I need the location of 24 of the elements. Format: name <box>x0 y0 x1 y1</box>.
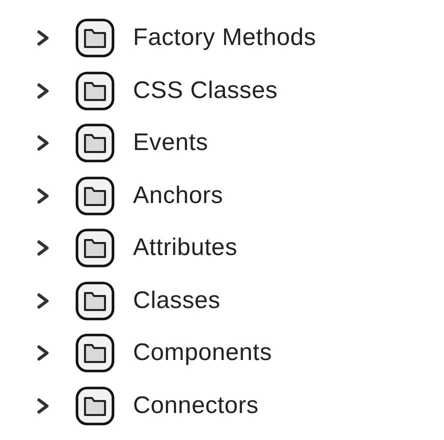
folder-icon <box>75 333 115 374</box>
tree-item-label[interactable]: Anchors <box>133 182 224 210</box>
chevron-icon[interactable] <box>36 30 50 46</box>
folder-icon <box>75 280 115 321</box>
tree-item-label[interactable]: Classes <box>133 286 220 315</box>
chevron-icon[interactable] <box>36 292 50 309</box>
folder-icon <box>75 123 115 164</box>
chevron-icon[interactable] <box>36 82 50 99</box>
tree-item-label[interactable]: Factory Methods <box>133 24 316 52</box>
folder-icon <box>75 228 115 268</box>
tree-item-label[interactable]: Components <box>133 339 272 368</box>
chevron-icon[interactable] <box>36 188 50 204</box>
chevron-icon[interactable] <box>36 135 50 152</box>
tree-item-label[interactable]: Attributes <box>133 234 238 262</box>
tree-item-label[interactable]: CSS Classes <box>133 76 278 105</box>
folder-icon <box>75 70 115 111</box>
folder-icon <box>75 176 115 216</box>
tree-item-label[interactable]: Connectors <box>133 392 259 420</box>
tree-item-label[interactable]: Events <box>133 129 208 158</box>
folder-icon <box>75 386 115 426</box>
chevron-icon[interactable] <box>36 240 50 256</box>
chevron-icon[interactable] <box>36 345 50 362</box>
folder-icon <box>75 18 115 58</box>
chevron-icon[interactable] <box>36 398 50 414</box>
